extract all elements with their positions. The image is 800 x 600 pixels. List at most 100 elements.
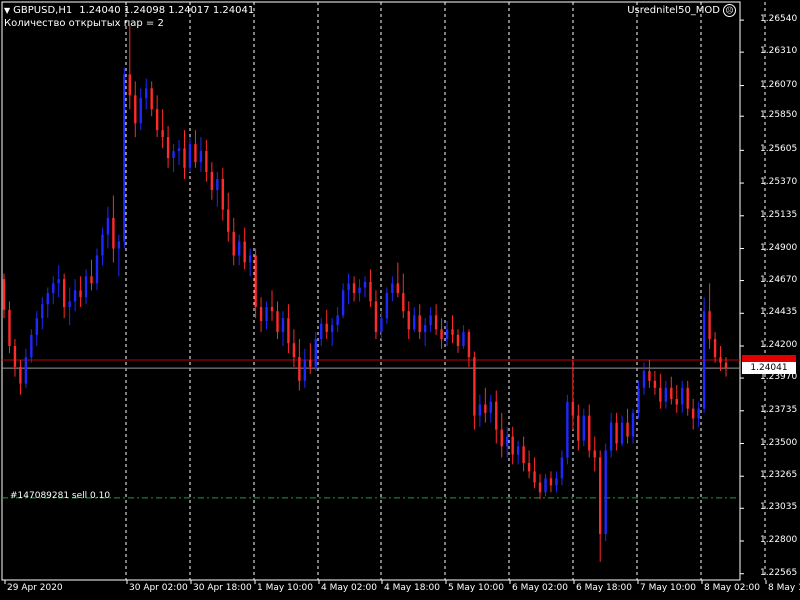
time-label: 7 May 10:00 [640,583,696,593]
candle-body [336,315,339,326]
candle-body [347,283,350,291]
candle-body [691,408,695,419]
candle-body [495,401,498,430]
candle-body [281,318,285,333]
candle-body [538,482,542,493]
candle-body [566,401,569,458]
candle-body [577,415,580,441]
candle-body [391,283,394,294]
candle-body [24,357,28,384]
candle-body [183,148,186,168]
candle-body [199,151,203,163]
candle-body [35,318,39,335]
price-label: 1.23970 [760,372,798,383]
indicator-label[interactable]: Usrednitel50_MOD ☹ [627,4,736,17]
candle-body [243,241,246,263]
candle-body [254,255,257,308]
open-pairs-count: Количество открытых пар = 2 [4,18,164,29]
candle-body [221,178,224,210]
candle-body [555,478,558,486]
price-label: 1.25370 [760,177,798,188]
candle-body [369,281,372,302]
candle-body [292,343,296,358]
candle-body [489,401,493,413]
candle-body [593,450,596,458]
candle-body [462,332,465,347]
candle-body [84,276,88,298]
candle-body [309,359,312,367]
candle-body [276,311,279,333]
candle-body [2,279,6,310]
candle-body [713,339,717,358]
collapse-triangle-icon[interactable]: ▼ [4,4,10,17]
candle-body [303,359,307,381]
candle-body [237,241,241,256]
candle-body [259,307,263,321]
time-label: 1 May 10:00 [257,583,313,593]
candle-body [188,144,192,168]
candle-body [506,436,509,447]
candle-body [434,315,438,330]
candle-body [210,171,214,191]
candle-body [598,457,602,535]
candle-body [407,311,410,330]
candle-body [13,346,17,367]
candle-body [106,217,110,235]
candle-body [631,412,635,437]
candle-body [374,301,378,333]
candle-body [134,95,137,124]
candle-body [101,234,104,256]
candle-body [320,323,323,340]
candle-body [609,422,613,451]
price-label: 1.24435 [760,307,798,318]
candle-body [582,415,585,441]
price-label: 1.25135 [760,209,798,220]
candle-body [128,74,132,96]
time-grid [125,2,766,580]
order-label[interactable]: #147089281 sell 0.10 [10,491,110,501]
time-label: 6 May 02:00 [512,583,568,593]
price-chart[interactable] [0,0,800,600]
candle-body [396,283,400,294]
price-label: 1.22800 [760,535,798,545]
candle-body [604,450,607,535]
candle-body [500,429,503,447]
candle-body [664,387,668,402]
candle-body [615,422,618,444]
time-label: 8 May 18:00 [768,583,800,593]
candle-body [708,311,711,340]
candle-body [440,329,443,340]
candle-body [429,315,432,326]
candle-body [516,446,520,455]
candle-body [478,404,482,416]
price-label: 1.22565 [760,567,798,578]
candle-body [719,357,722,363]
candle-body [648,371,651,381]
candle-body [484,404,487,413]
candle-body [413,315,416,330]
candle-body [637,387,640,413]
time-label: 8 May 02:00 [704,583,760,593]
candle-body [724,362,728,369]
candle-body [172,151,175,158]
candle-body [161,130,164,138]
candle-body [473,357,476,416]
candle-body [41,304,44,319]
price-label: 1.24670 [760,274,798,285]
candle-body [445,329,449,340]
candle-body [522,446,525,464]
price-label: 1.23735 [760,404,798,415]
candle-body [232,231,235,256]
candle-body [588,415,591,451]
candle-body [52,283,55,294]
candle-body [341,290,345,316]
price-label: 1.24200 [760,340,798,350]
price-label: 1.24900 [760,242,798,253]
candle-body [659,387,662,402]
candle-body [533,471,536,483]
candle-body [145,88,148,99]
price-label: 1.26310 [760,46,798,57]
candle-body [150,88,153,110]
time-label: 29 Apr 2020 [7,583,63,593]
time-label: 30 Apr 02:00 [129,583,188,593]
